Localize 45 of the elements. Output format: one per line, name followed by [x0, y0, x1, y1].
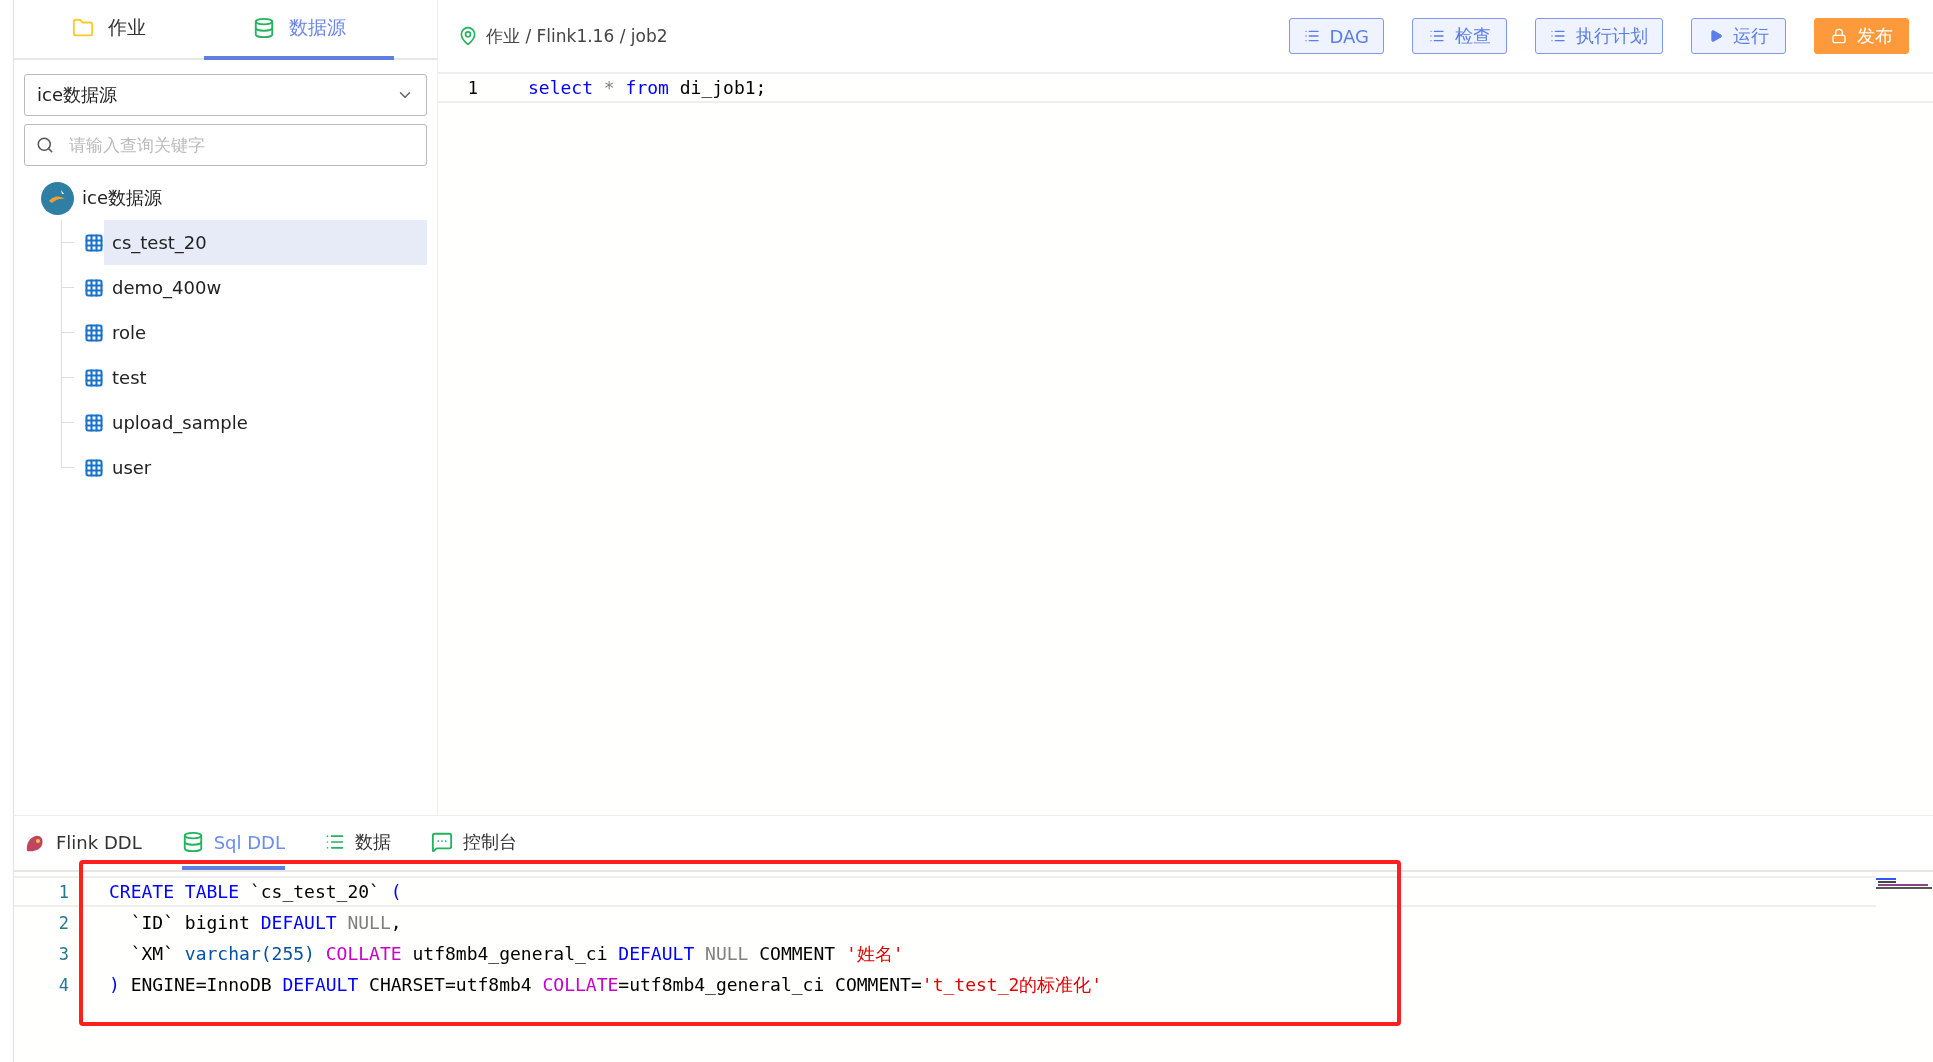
- tree-item[interactable]: upload_sample: [104, 400, 427, 445]
- play-icon: [1708, 29, 1723, 43]
- location-pin-icon: [458, 26, 478, 46]
- code-line: `ID` bigint DEFAULT NULL,: [129, 912, 402, 933]
- lock-icon: [1830, 28, 1847, 44]
- line-number: 4: [57, 974, 70, 995]
- line-number: 3: [57, 943, 70, 964]
- breadcrumb: 作业 / Flink1.16 / job2: [486, 24, 668, 48]
- tree-item[interactable]: demo_400w: [104, 265, 427, 310]
- code-line: CREATE TABLE `cs_test_20` (: [109, 881, 402, 902]
- code-line: ) ENGINE=InnoDB DEFAULT CHARSET=utf8mb4 COLLATE=utf8mb4_general_ci COMMENT='t_test_2的标准化': [109, 972, 1103, 997]
- table-icon: [84, 277, 104, 298]
- list-icon: [1303, 28, 1320, 44]
- panel-tab[interactable]: 控制台: [431, 824, 517, 870]
- console-icon: [431, 831, 453, 853]
- line-number: 1: [57, 881, 70, 902]
- panel-tab[interactable]: Flink DDL: [24, 824, 142, 870]
- tree-root-label[interactable]: ice数据源: [82, 186, 162, 210]
- folder-icon: [72, 17, 94, 39]
- search-field[interactable]: 请输入查询关键字: [24, 124, 427, 166]
- list-icon: [325, 832, 345, 852]
- code-line: `XM` varchar(255) COLLATE utf8mb4_general_ci DEFAULT NULL COMMENT '姓名': [129, 941, 904, 966]
- tree-item[interactable]: test: [104, 355, 427, 400]
- tree-item[interactable]: user: [104, 445, 427, 490]
- minimap-drawing: [1876, 878, 1932, 890]
- search-icon: [36, 136, 54, 154]
- database-icon: [252, 17, 275, 39]
- tree-item[interactable]: role: [104, 310, 427, 355]
- line-number: 2: [57, 912, 70, 933]
- line-number: 1: [466, 77, 479, 98]
- list-icon: [1550, 28, 1566, 44]
- sidebar-tab[interactable]: 数据源: [204, 0, 394, 60]
- sidebar-tab[interactable]: 作业: [14, 0, 204, 60]
- table-icon: [84, 457, 104, 478]
- panel-tab[interactable]: 数据: [325, 824, 391, 870]
- table-icon: [84, 412, 104, 433]
- table-icon: [84, 367, 104, 388]
- code-line: select * from di_job1;: [528, 77, 767, 98]
- datasource-select[interactable]: ice数据源: [24, 74, 427, 116]
- tree-item[interactable]: cs_test_20: [104, 220, 427, 265]
- table-icon: [84, 232, 104, 253]
- database-icon: [181, 831, 204, 853]
- toolbar-button[interactable]: 运行: [1691, 18, 1786, 54]
- table-icon: [84, 322, 104, 343]
- list-icon: [1428, 28, 1445, 44]
